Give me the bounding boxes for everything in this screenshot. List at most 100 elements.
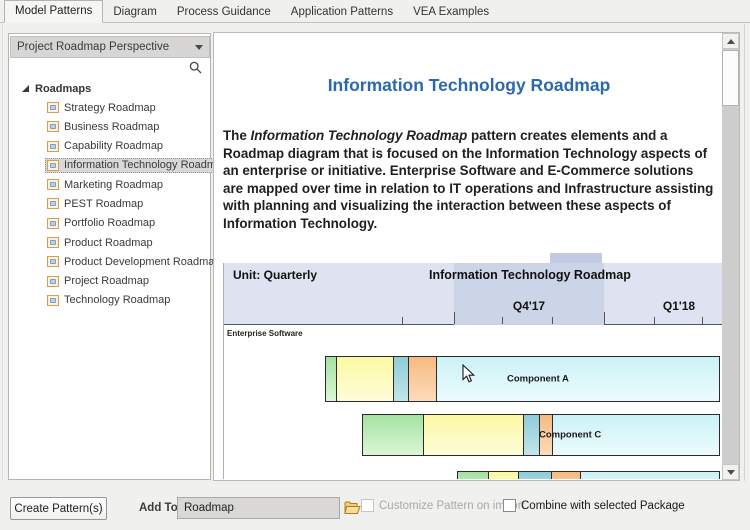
scroll-down-button[interactable] [722, 464, 739, 480]
timeline-tick [502, 317, 503, 324]
timeline-tick [454, 312, 455, 324]
phase-segment-teal [523, 414, 540, 456]
vertical-scrollbar[interactable] [722, 33, 739, 480]
combine-package-checkbox[interactable]: Combine with selected Package [503, 499, 685, 512]
tree-item-label: Technology Roadmap [64, 294, 170, 306]
tree-item-product-development-roadmap[interactable]: Product Development Roadmap [45, 254, 225, 269]
tree-item-pest-roadmap[interactable]: PEST Roadmap [45, 196, 147, 211]
pattern-icon [47, 102, 59, 113]
phase-segment-teal [518, 471, 552, 479]
tree-item-strategy-roadmap[interactable]: Strategy Roadmap [45, 100, 160, 115]
tree-item-information-technology-roadmap[interactable]: Information Technology Roadmap [45, 158, 232, 173]
tree-root-label: Roadmaps [35, 83, 91, 95]
bar-label: Component C [539, 430, 601, 441]
pattern-icon [47, 237, 59, 248]
window-right-edge [744, 24, 745, 530]
phase-segment-green [457, 471, 489, 479]
tree-item-label: Product Development Roadmap [64, 256, 221, 268]
perspective-dropdown[interactable]: Project Roadmap Perspective [10, 36, 210, 58]
scrollbar-thumb[interactable] [722, 50, 739, 106]
tree-item-label: Marketing Roadmap [64, 179, 163, 191]
roadmap-diagram-title: Information Technology Roadmap [429, 268, 631, 282]
phase-segment-cyan [580, 471, 720, 479]
search-bar[interactable] [10, 58, 210, 77]
timeline-tick [654, 317, 655, 324]
tab-diagram[interactable]: Diagram [103, 2, 166, 23]
timeline-tick [604, 312, 605, 324]
expand-collapse-icon[interactable] [22, 85, 29, 92]
roadmap-bar-component-c: Component C [362, 414, 720, 456]
description-pre: The [223, 128, 251, 143]
tree-item-label: Strategy Roadmap [64, 102, 156, 114]
description-italic: Information Technology Roadmap [251, 128, 468, 143]
tree-item-label: Capability Roadmap [64, 140, 163, 152]
checkbox-icon [503, 499, 516, 512]
pattern-browser-panel: Project Roadmap Perspective Roadmaps Str… [8, 33, 211, 480]
arrow-down-icon [727, 470, 735, 475]
quarter-label: Q1'18 [604, 299, 723, 313]
tree-item-label: Portfolio Roadmap [64, 217, 155, 229]
window-left-edge [2, 24, 3, 530]
unit-label: Unit: Quarterly [233, 268, 317, 282]
footer-bar: Create Pattern(s) Add To: Customize Patt… [0, 481, 750, 530]
roadmap-timeline-header: Unit: Quarterly Information Technology R… [224, 263, 723, 325]
phase-segment-yellow [423, 414, 524, 456]
pattern-icon [47, 160, 59, 171]
tab-bar: Model PatternsDiagramProcess GuidanceApp… [0, 0, 750, 23]
checkbox-icon [361, 499, 374, 512]
lane-label: Enterprise Software [227, 329, 303, 338]
tree-item-portfolio-roadmap[interactable]: Portfolio Roadmap [45, 216, 159, 231]
tree-item-technology-roadmap[interactable]: Technology Roadmap [45, 293, 174, 308]
tree-item-label: Product Roadmap [64, 237, 153, 249]
pattern-icon [47, 121, 59, 132]
pattern-preview-panel: Information Technology Roadmap The Infor… [213, 32, 740, 481]
tree-item-business-roadmap[interactable]: Business Roadmap [45, 119, 163, 134]
search-icon[interactable] [189, 61, 202, 74]
phase-segment-orange [408, 356, 437, 402]
perspective-dropdown-value: Project Roadmap Perspective [17, 41, 169, 53]
tree-item-capability-roadmap[interactable]: Capability Roadmap [45, 139, 167, 154]
tab-vea-examples[interactable]: VEA Examples [403, 2, 499, 23]
create-pattern-button[interactable]: Create Pattern(s) [10, 497, 107, 520]
tree-item-marketing-roadmap[interactable]: Marketing Roadmap [45, 177, 167, 192]
browse-folder-button[interactable] [343, 498, 361, 518]
tab-process-guidance[interactable]: Process Guidance [167, 2, 281, 23]
quarter-label: Q4'17 [454, 299, 604, 313]
tree-item-product-roadmap[interactable]: Product Roadmap [45, 235, 157, 250]
current-period-marker [550, 253, 602, 263]
tree-item-label: Business Roadmap [64, 121, 159, 133]
phase-segment-orange [551, 471, 581, 479]
description-post: pattern creates elements and a Roadmap d… [223, 128, 713, 231]
phase-segment-yellow [488, 471, 519, 479]
phase-segment-green [362, 414, 424, 456]
customize-pattern-checkbox: Customize Pattern on import [361, 499, 525, 512]
pattern-icon [47, 198, 59, 209]
roadmap-bar-partial [457, 471, 720, 479]
arrow-up-icon [727, 39, 735, 44]
phase-segment-cyan [436, 356, 720, 402]
pattern-icon [47, 179, 59, 190]
bar-label: Component A [507, 374, 569, 385]
pattern-icon [47, 295, 59, 306]
timeline-tick [402, 317, 403, 324]
phase-segment-teal [393, 356, 409, 402]
tab-application-patterns[interactable]: Application Patterns [281, 2, 403, 23]
tree-root-roadmaps[interactable]: Roadmaps [9, 80, 210, 97]
tree-item-label: PEST Roadmap [64, 198, 143, 210]
timeline-tick [702, 317, 703, 324]
open-folder-icon [344, 501, 361, 515]
chevron-down-icon [195, 45, 203, 50]
mouse-cursor-icon [462, 364, 475, 383]
pattern-icon [47, 218, 59, 229]
add-to-input[interactable] [177, 497, 340, 519]
scroll-up-button[interactable] [722, 33, 739, 49]
phase-segment-yellow [336, 356, 394, 402]
pattern-icon [47, 141, 59, 152]
tab-model-patterns[interactable]: Model Patterns [4, 0, 103, 23]
page-title: Information Technology Roadmap [223, 75, 715, 96]
pattern-description: The Information Technology Roadmap patte… [223, 127, 717, 233]
tree-item-project-roadmap[interactable]: Project Roadmap [45, 274, 153, 289]
pattern-icon [47, 276, 59, 287]
add-to-label: Add To: [139, 502, 182, 514]
pattern-icon [47, 256, 59, 267]
